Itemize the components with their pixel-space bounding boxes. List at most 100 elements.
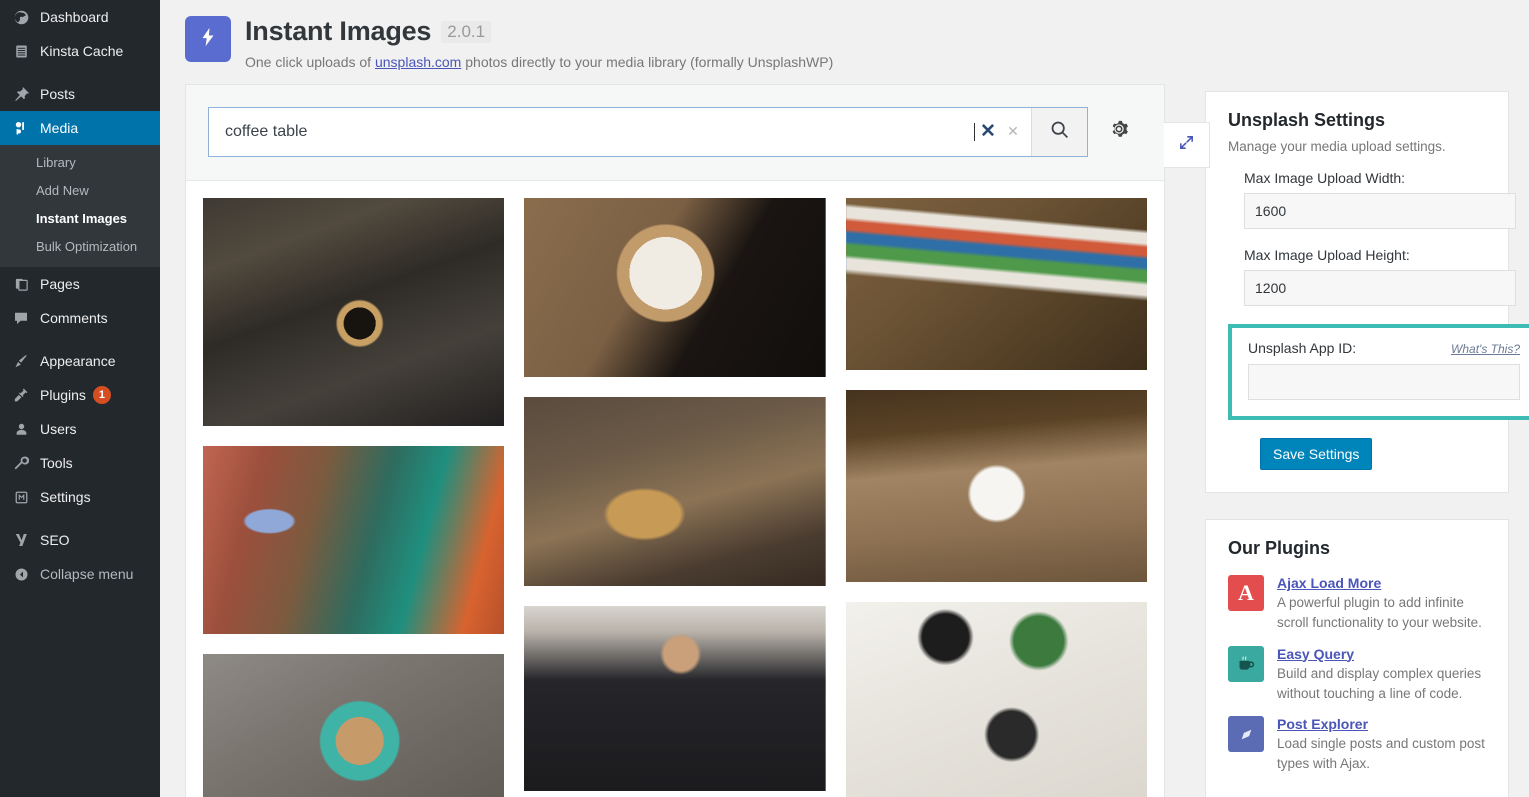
close-icon[interactable]: ✕ bbox=[975, 112, 1001, 152]
plugin-link-ajax-load-more[interactable]: Ajax Load More bbox=[1277, 575, 1486, 591]
max-width-input[interactable] bbox=[1244, 193, 1516, 229]
media-icon bbox=[11, 118, 31, 138]
max-height-field-group: Max Image Upload Height: bbox=[1244, 247, 1516, 306]
photo-item[interactable] bbox=[524, 605, 826, 791]
page-title: Instant Images bbox=[245, 16, 432, 46]
photo-item[interactable] bbox=[203, 197, 505, 426]
sidebar-item-label: Kinsta Cache bbox=[40, 43, 124, 59]
search-actions: ✕ ✕ bbox=[975, 108, 1031, 156]
sidebar-item-appearance[interactable]: Appearance bbox=[0, 344, 160, 378]
our-plugins-list: A Ajax Load More A powerful plugin to ad… bbox=[1228, 575, 1486, 775]
brush-icon bbox=[11, 351, 31, 371]
max-height-input[interactable] bbox=[1244, 270, 1516, 306]
pages-icon bbox=[11, 274, 31, 294]
sidebar-item-label: Comments bbox=[40, 310, 108, 326]
photo-item[interactable] bbox=[203, 445, 505, 634]
max-width-field-group: Max Image Upload Width: bbox=[1244, 170, 1516, 229]
close-small-icon[interactable]: ✕ bbox=[1001, 112, 1025, 152]
tagline-text-after: photos directly to your media library (f… bbox=[461, 53, 834, 70]
submenu-item-add-new[interactable]: Add New bbox=[0, 177, 160, 205]
plugin-description: A powerful plugin to add infinite scroll… bbox=[1277, 595, 1482, 631]
comments-icon bbox=[11, 308, 31, 328]
unsplash-app-id-highlight: Unsplash App ID: What's This? bbox=[1228, 324, 1529, 420]
gear-icon bbox=[1108, 118, 1130, 145]
plugin-header: Instant Images 2.0.1 One click uploads o… bbox=[185, 0, 1165, 84]
settings-subtitle: Manage your media upload settings. bbox=[1228, 139, 1446, 154]
collapse-menu-button[interactable]: Collapse menu bbox=[0, 557, 160, 591]
main-content: Instant Images 2.0.1 One click uploads o… bbox=[160, 0, 1529, 797]
whats-this-link[interactable]: What's This? bbox=[1451, 342, 1520, 356]
cache-icon bbox=[11, 41, 31, 61]
plugin-info: Ajax Load More A powerful plugin to add … bbox=[1277, 575, 1486, 634]
sidebar-item-settings[interactable]: Settings bbox=[0, 480, 160, 514]
sidebar-item-pages[interactable]: Pages bbox=[0, 267, 160, 301]
fullscreen-toggle-button[interactable] bbox=[1164, 121, 1210, 168]
photo-item[interactable] bbox=[524, 396, 826, 586]
our-plugins-title: Our Plugins bbox=[1228, 538, 1331, 558]
sidebar-item-kinsta-cache[interactable]: Kinsta Cache bbox=[0, 34, 160, 68]
expand-arrows-icon bbox=[1178, 134, 1195, 156]
plugins-update-badge: 1 bbox=[92, 386, 111, 404]
plugin-titles: Instant Images 2.0.1 One click uploads o… bbox=[245, 16, 833, 70]
sidebar-item-media[interactable]: Media bbox=[0, 111, 168, 145]
tagline-text-before: One click uploads of bbox=[245, 53, 375, 70]
sidebar-item-dashboard[interactable]: Dashboard bbox=[0, 0, 160, 34]
settings-icon bbox=[11, 487, 31, 507]
unsplash-link[interactable]: unsplash.com bbox=[375, 54, 461, 70]
plugin-link-post-explorer[interactable]: Post Explorer bbox=[1277, 716, 1486, 732]
dashboard-icon bbox=[11, 7, 31, 27]
sidebar-item-plugins[interactable]: Plugins 1 bbox=[0, 378, 160, 412]
grid-column-3 bbox=[845, 197, 1147, 797]
submenu-item-bulk-optimization[interactable]: Bulk Optimization bbox=[0, 233, 160, 261]
grid-column-1 bbox=[203, 197, 505, 797]
search-input[interactable] bbox=[209, 107, 974, 156]
sidebar-item-comments[interactable]: Comments bbox=[0, 301, 160, 335]
sidebar-item-label: Dashboard bbox=[40, 9, 109, 25]
compass-needle-icon bbox=[1228, 716, 1264, 752]
plugin-link-easy-query[interactable]: Easy Query bbox=[1277, 646, 1486, 662]
coffee-mug-icon bbox=[1228, 645, 1264, 682]
sidebar-item-users[interactable]: Users bbox=[0, 412, 160, 446]
submenu-item-instant-images[interactable]: Instant Images bbox=[0, 205, 160, 233]
plugin-info: Easy Query Build and display complex que… bbox=[1277, 646, 1486, 705]
photo-grid bbox=[186, 181, 1164, 797]
sidebar-item-posts[interactable]: Posts bbox=[0, 77, 160, 111]
plugin-tagline: One click uploads of unsplash.com photos… bbox=[245, 54, 833, 70]
sidebar-separator-3 bbox=[0, 514, 160, 523]
content-column: Instant Images 2.0.1 One click uploads o… bbox=[160, 0, 1210, 797]
sidebar-item-label: SEO bbox=[40, 532, 70, 548]
search-box[interactable]: ✕ ✕ bbox=[208, 106, 1088, 157]
plugin-description: Build and display complex queries withou… bbox=[1277, 665, 1482, 701]
collapse-menu-label: Collapse menu bbox=[40, 566, 134, 582]
admin-sidebar: Dashboard Kinsta Cache Posts Media Libra… bbox=[0, 0, 168, 797]
sidebar-item-tools[interactable]: Tools bbox=[0, 446, 160, 480]
max-height-label: Max Image Upload Height: bbox=[1244, 247, 1410, 263]
search-submit-button[interactable] bbox=[1031, 107, 1087, 156]
sidebar-item-seo[interactable]: SEO bbox=[0, 523, 160, 557]
sidebar-item-label: Appearance bbox=[40, 353, 116, 369]
max-width-label: Max Image Upload Width: bbox=[1244, 170, 1406, 186]
settings-toggle-button[interactable] bbox=[1096, 118, 1142, 145]
grid-column-2 bbox=[524, 197, 826, 797]
sidebar-item-label: Posts bbox=[40, 86, 76, 102]
yoast-icon bbox=[11, 530, 31, 550]
photo-item[interactable] bbox=[845, 389, 1147, 582]
user-icon bbox=[11, 419, 31, 439]
list-item: Post Explorer Load single posts and cust… bbox=[1228, 716, 1486, 775]
sidebar-separator-1 bbox=[0, 68, 160, 77]
sidebar-item-label: Settings bbox=[40, 489, 91, 505]
plug-icon bbox=[11, 385, 31, 405]
sidebar-item-label: Pages bbox=[40, 276, 80, 292]
submenu-item-library[interactable]: Library bbox=[0, 149, 160, 177]
unsplash-settings-card: Unsplash Settings Manage your media uplo… bbox=[1205, 91, 1529, 493]
save-settings-button[interactable]: Save Settings bbox=[1260, 438, 1373, 470]
wrench-icon bbox=[11, 453, 31, 473]
photo-item[interactable] bbox=[845, 197, 1147, 370]
version-badge: 2.0.1 bbox=[441, 20, 492, 44]
list-item: Easy Query Build and display complex que… bbox=[1228, 645, 1486, 705]
instant-images-panel: ✕ ✕ bbox=[185, 83, 1210, 797]
app-id-input[interactable] bbox=[1248, 364, 1520, 400]
photo-item[interactable] bbox=[845, 601, 1147, 797]
photo-item[interactable] bbox=[203, 653, 505, 797]
photo-item[interactable] bbox=[524, 197, 826, 377]
